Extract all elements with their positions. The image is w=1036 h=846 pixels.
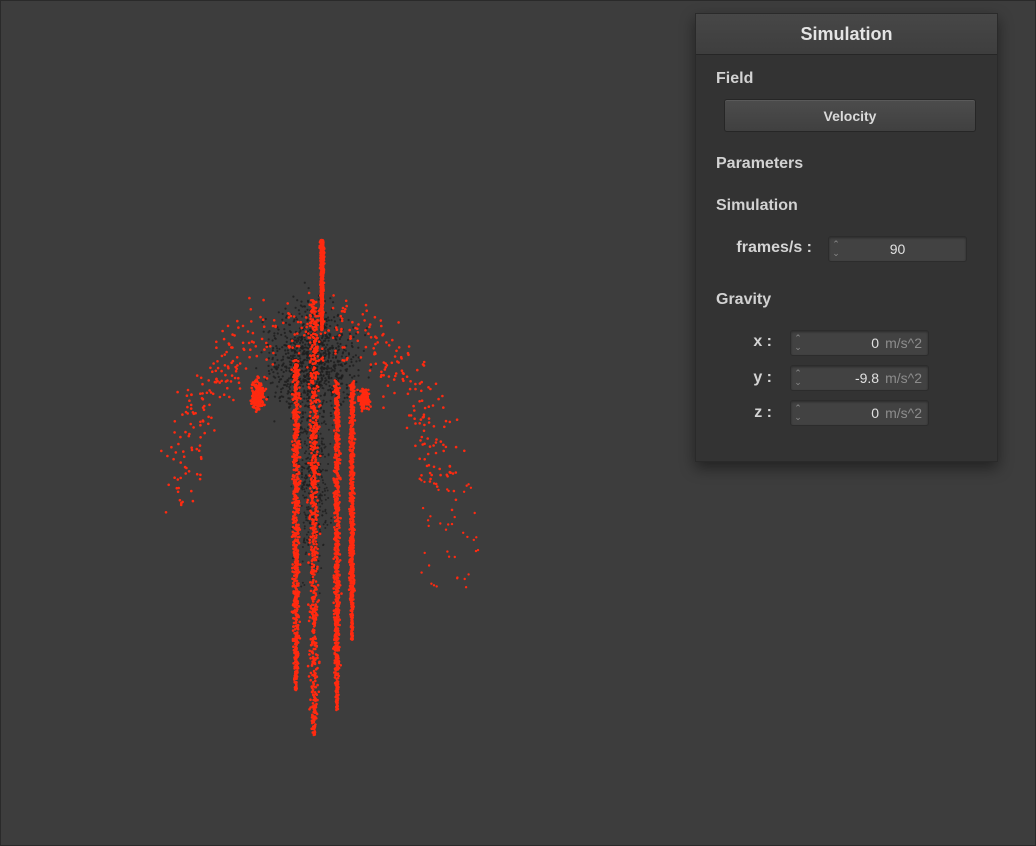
spin-arrows-icon[interactable]: ⌃ ⌄ [791,331,805,355]
gravity-z-label: z : [754,404,772,421]
gravity-y-unit: m/s^2 [885,370,922,386]
gravity-y-label: y : [753,369,772,386]
simulation-panel: Simulation Field Velocity Parameters Sim… [695,13,998,462]
gravity-y-value[interactable]: -9.8 [805,370,885,386]
fps-label: frames/s : [736,239,812,256]
gravity-y-spinbox[interactable]: ⌃ ⌄ -9.8 m/s^2 [790,365,929,391]
gravity-x-value[interactable]: 0 [805,335,885,351]
fps-spinbox[interactable]: ⌃ ⌄ 90 [828,236,967,262]
gravity-label: Gravity [716,291,772,308]
gravity-z-spinbox[interactable]: ⌃ ⌄ 0 m/s^2 [790,400,929,426]
simulation-label: Simulation [716,197,798,214]
spin-arrows-icon[interactable]: ⌃ ⌄ [829,237,843,261]
gravity-x-label: x : [753,333,772,350]
fps-value[interactable]: 90 [843,241,966,257]
spin-arrows-icon[interactable]: ⌃ ⌄ [791,366,805,390]
parameters-label: Parameters [716,155,804,172]
gravity-x-spinbox[interactable]: ⌃ ⌄ 0 m/s^2 [790,330,929,356]
field-velocity-button[interactable]: Velocity [724,99,976,132]
gravity-x-unit: m/s^2 [885,335,922,351]
spin-arrows-icon[interactable]: ⌃ ⌄ [791,401,805,425]
gravity-z-unit: m/s^2 [885,405,922,421]
gravity-z-value[interactable]: 0 [805,405,885,421]
field-label: Field [716,70,754,87]
panel-title: Simulation [696,14,997,55]
